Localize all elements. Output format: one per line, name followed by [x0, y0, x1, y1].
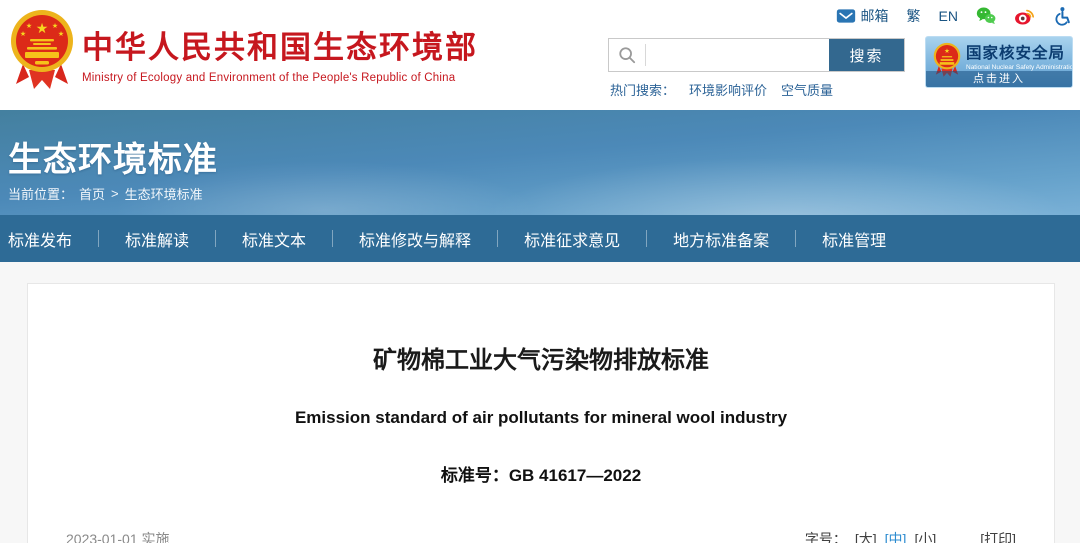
nav-item-local-standard-filing[interactable]: 地方标准备案 [673, 227, 769, 251]
nnsa-banner[interactable]: ★ 国家核安全局 National Nuclear Safety Adminis… [925, 36, 1073, 88]
nnsa-title: 国家核安全局 [966, 41, 1073, 63]
hot-search-link-eia[interactable]: 环境影响评价 [689, 80, 767, 99]
traditional-chinese-toggle[interactable]: 繁 [907, 6, 921, 26]
nnsa-enter-button[interactable]: 点击进入 [926, 71, 1072, 87]
nav-item-standard-release[interactable]: 标准发布 [8, 227, 72, 251]
svg-text:★: ★ [26, 22, 32, 30]
site-brand: 中华人民共和国生态环境部 Ministry of Ecology and Env… [82, 22, 478, 84]
wechat-link[interactable] [976, 6, 996, 26]
standards-nav: 标准发布 标准解读 标准文本 标准修改与解释 标准征求意见 地方标准备案 标准管… [0, 215, 1080, 262]
accessibility-link[interactable] [1052, 6, 1072, 26]
nav-separator [646, 230, 647, 247]
article-title-zh: 矿物棉工业大气污染物排放标准 [28, 340, 1054, 375]
implementation-date: 2023-01-01 实施 [66, 529, 170, 543]
font-size-large-button[interactable]: [大] [855, 529, 877, 543]
wechat-icon [976, 6, 996, 26]
nav-item-standard-amendment[interactable]: 标准修改与解释 [359, 227, 471, 251]
breadcrumb-current: 生态环境标准 [125, 184, 203, 203]
site-title: 中华人民共和国生态环境部 [82, 22, 478, 67]
svg-text:★: ★ [58, 30, 64, 38]
hot-search-label: 热门搜索： [610, 80, 675, 99]
mail-icon [836, 6, 856, 26]
search-icon [618, 46, 636, 64]
breadcrumb-separator: > [111, 186, 119, 201]
nav-item-standard-interpretation[interactable]: 标准解读 [125, 227, 189, 251]
english-label: EN [939, 8, 958, 24]
hot-search-link-air[interactable]: 空气质量 [781, 80, 833, 99]
svg-text:★: ★ [944, 48, 950, 55]
weibo-icon [1014, 6, 1034, 26]
nav-separator [497, 230, 498, 247]
search-bar: 搜索 [608, 38, 905, 72]
breadcrumb-label: 当前位置： [8, 184, 73, 203]
page-title: 生态环境标准 [8, 132, 218, 181]
nav-item-standard-text[interactable]: 标准文本 [242, 227, 306, 251]
section-banner: 生态环境标准 当前位置： 首页 > 生态环境标准 [0, 110, 1080, 215]
font-size-controls: 字号： [大] [中] [小] [打印] [805, 529, 1016, 543]
article-title-en: Emission standard of air pollutants for … [28, 408, 1054, 428]
svg-text:★: ★ [52, 22, 58, 30]
article-card: 矿物棉工业大气污染物排放标准 Emission standard of air … [27, 283, 1055, 543]
article-meta-row: 2023-01-01 实施 字号： [大] [中] [小] [打印] [66, 529, 1016, 543]
weibo-link[interactable] [1014, 6, 1034, 26]
breadcrumb-home-link[interactable]: 首页 [79, 184, 105, 203]
hot-search: 热门搜索： 环境影响评价 空气质量 [610, 80, 833, 99]
font-size-label: 字号： [805, 529, 847, 543]
nnsa-text: 国家核安全局 National Nuclear Safety Administr… [966, 41, 1073, 71]
site-header: ★ ★ ★ ★ ★ 中华人民共和国生态环境部 Ministry of Ecolo… [0, 0, 1080, 110]
content-area: 矿物棉工业大气污染物排放标准 Emission standard of air … [0, 262, 1080, 543]
breadcrumb: 当前位置： 首页 > 生态环境标准 [8, 184, 203, 203]
nav-separator [215, 230, 216, 247]
nav-item-standard-comments[interactable]: 标准征求意见 [524, 227, 620, 251]
font-size-small-button[interactable]: [小] [914, 529, 936, 543]
search-icon-zone [609, 39, 645, 71]
search-input[interactable] [646, 39, 829, 71]
nav-item-standard-management[interactable]: 标准管理 [822, 227, 886, 251]
nav-separator [98, 230, 99, 247]
accessibility-icon [1052, 6, 1072, 26]
top-utility-links: 邮箱 繁 EN [836, 5, 1072, 27]
nnsa-subtitle: National Nuclear Safety Administration [966, 64, 1073, 71]
mail-label: 邮箱 [861, 6, 889, 26]
svg-text:★: ★ [36, 20, 49, 36]
site-subtitle: Ministry of Ecology and Environment of t… [82, 72, 478, 84]
nav-separator [332, 230, 333, 247]
nav-separator [795, 230, 796, 247]
english-toggle[interactable]: EN [939, 8, 958, 24]
article-standard-number: 标准号：GB 41617—2022 [28, 461, 1054, 486]
mail-link[interactable]: 邮箱 [836, 6, 889, 26]
font-size-medium-button[interactable]: [中] [885, 529, 907, 543]
traditional-label: 繁 [907, 6, 921, 26]
page: ★ ★ ★ ★ ★ 中华人民共和国生态环境部 Ministry of Ecolo… [0, 0, 1080, 543]
svg-text:★: ★ [20, 30, 26, 38]
print-button[interactable]: [打印] [980, 529, 1016, 543]
national-emblem-icon: ★ ★ ★ ★ ★ [10, 8, 74, 92]
search-button[interactable]: 搜索 [829, 39, 904, 71]
